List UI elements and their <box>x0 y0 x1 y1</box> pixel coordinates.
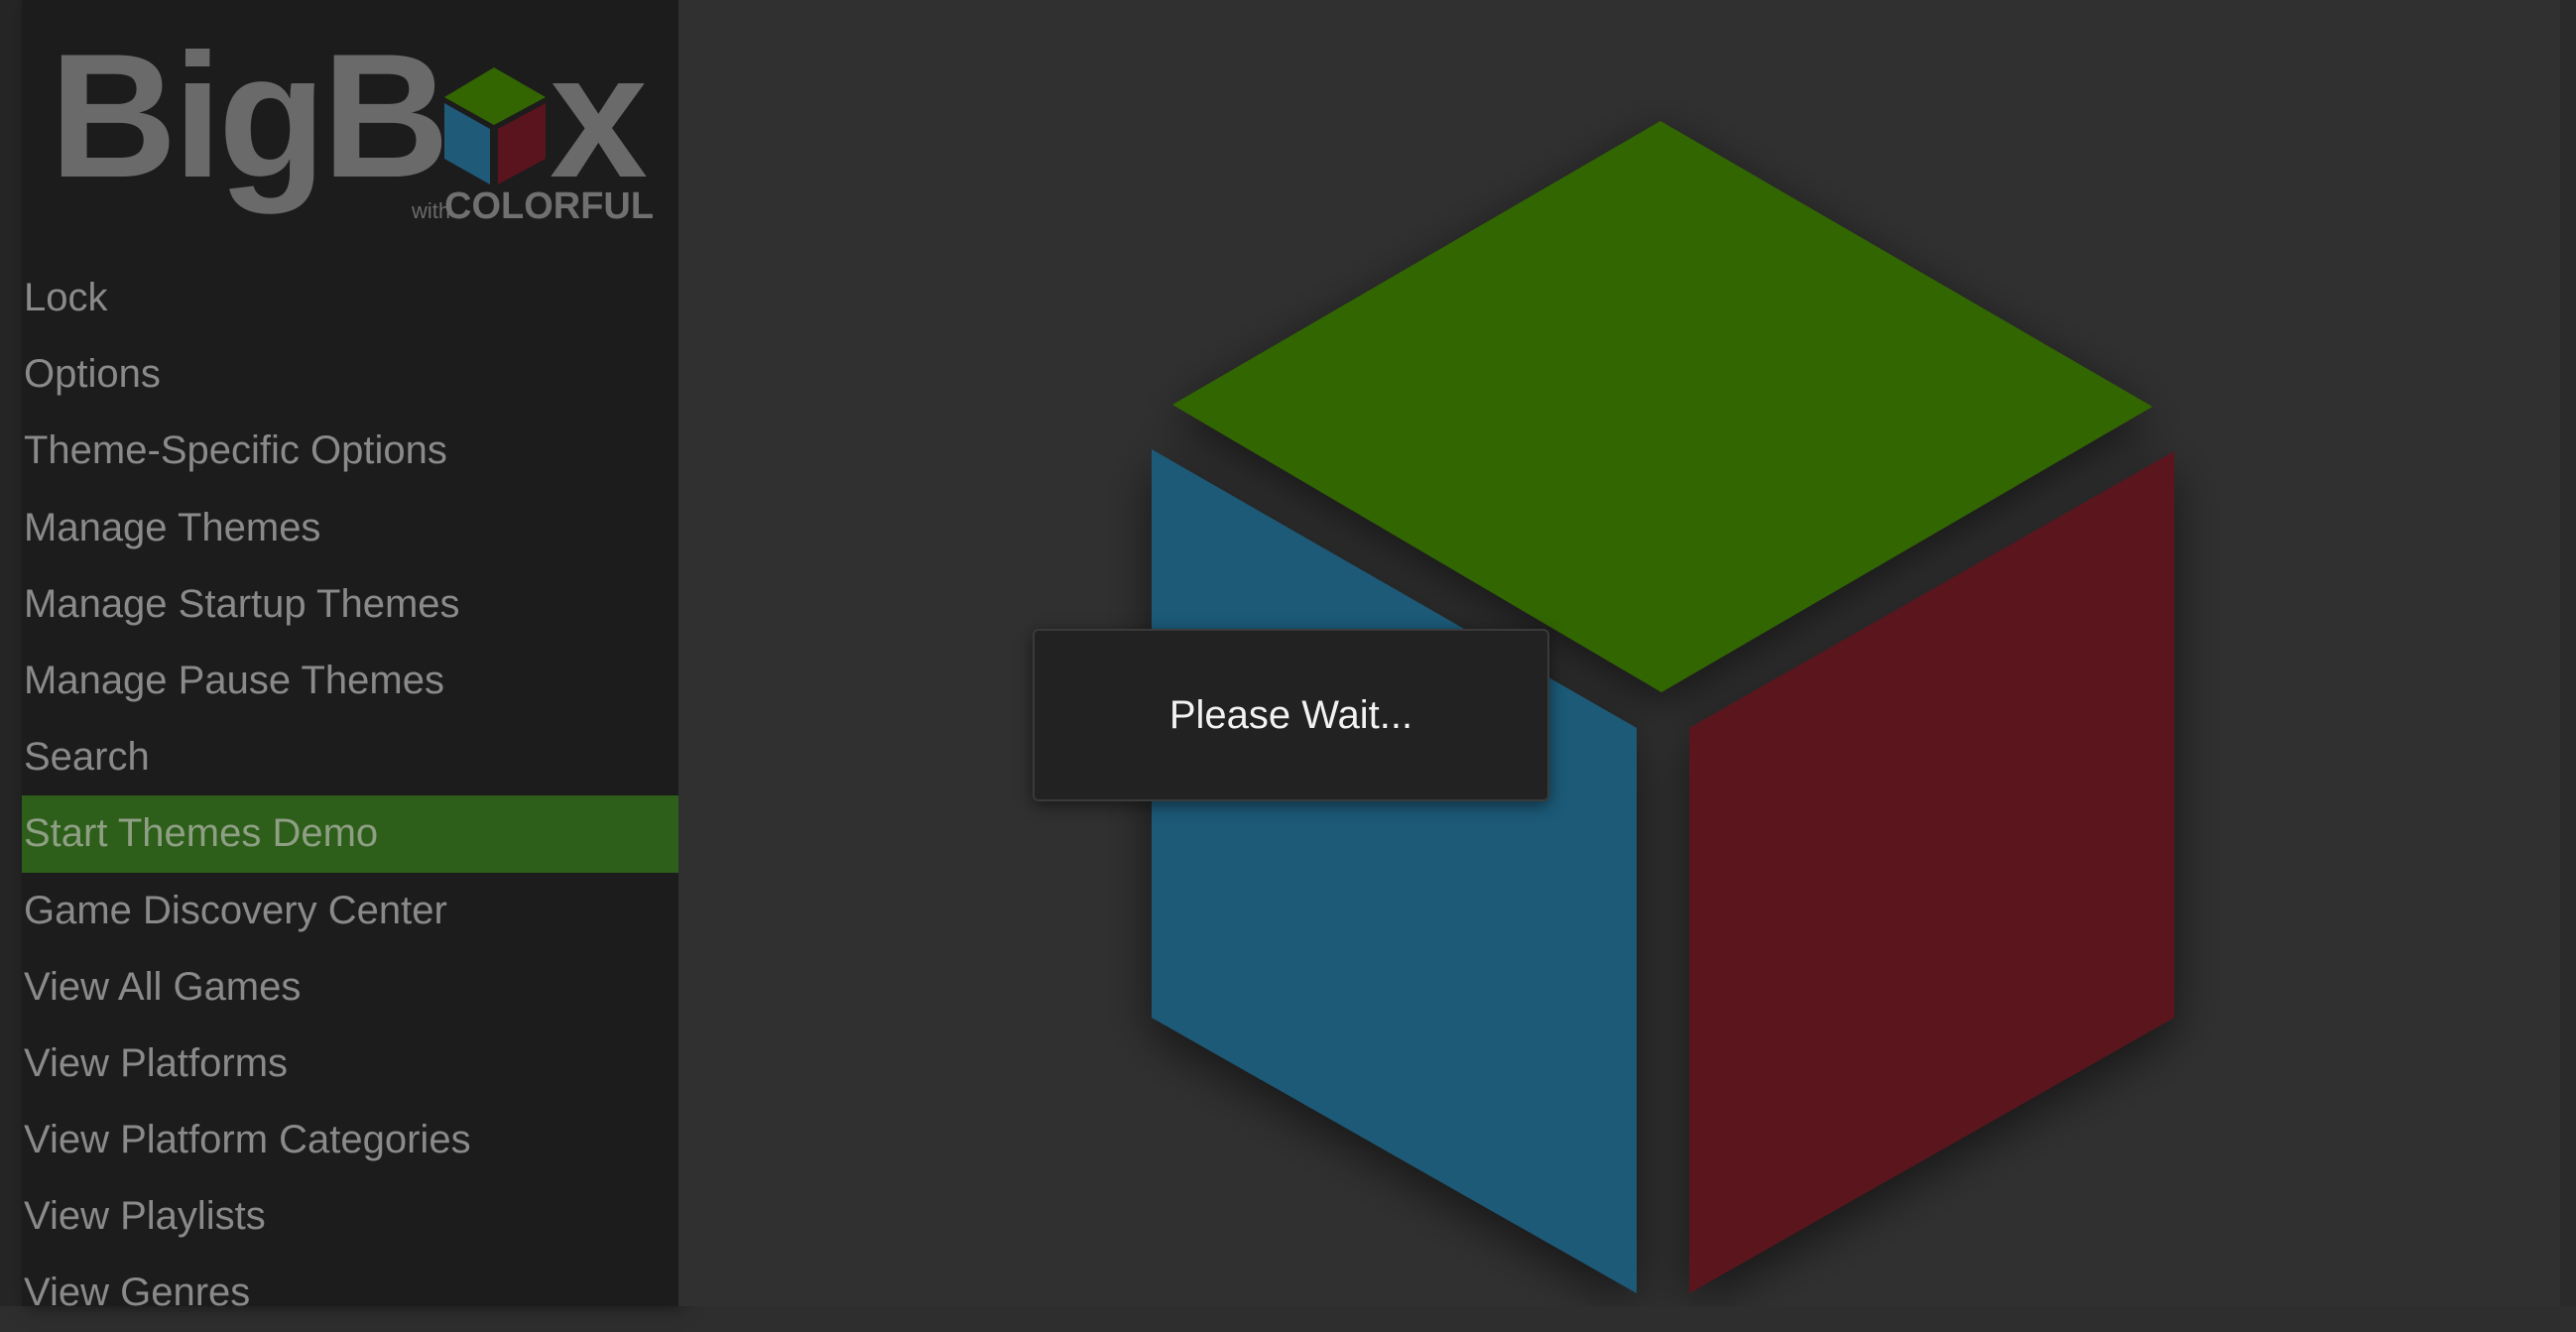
menu-item-lock[interactable]: Lock <box>22 260 678 336</box>
menu-item-start-themes-demo[interactable]: Start Themes Demo <box>22 795 678 873</box>
menu-item-view-all-games[interactable]: View All Games <box>22 949 678 1026</box>
please-wait-message: Please Wait... <box>1168 692 1413 737</box>
main-menu: Lock Options Theme-Specific Options Mana… <box>22 260 678 1332</box>
bigbox-logo: BigB x with COLORFUL <box>30 17 665 236</box>
logo-theme-text: COLORFUL <box>444 185 654 227</box>
menu-item-game-discovery-center[interactable]: Game Discovery Center <box>22 873 678 949</box>
main-view <box>678 0 2576 1306</box>
bigbox-screen: BigB x with COLORFUL Lock Options Theme-… <box>0 0 2576 1314</box>
bigbox-logo-graphic: BigB x with COLORFUL <box>50 17 654 227</box>
menu-item-manage-themes[interactable]: Manage Themes <box>22 490 678 566</box>
please-wait-dialog: Please Wait... <box>1033 629 1549 801</box>
left-edge <box>0 0 22 1306</box>
menu-item-view-platforms[interactable]: View Platforms <box>22 1026 678 1102</box>
logo-brand-text: BigB <box>50 18 445 214</box>
right-edge <box>2560 0 2576 1306</box>
menu-item-options[interactable]: Options <box>22 336 678 413</box>
menu-item-view-playlists[interactable]: View Playlists <box>22 1178 678 1255</box>
menu-item-view-platform-categories[interactable]: View Platform Categories <box>22 1102 678 1178</box>
menu-item-manage-startup-themes[interactable]: Manage Startup Themes <box>22 566 678 643</box>
menu-item-manage-pause-themes[interactable]: Manage Pause Themes <box>22 643 678 719</box>
logo-cube-icon <box>444 67 546 184</box>
menu-item-theme-specific-options[interactable]: Theme-Specific Options <box>22 413 678 489</box>
menu-item-search[interactable]: Search <box>22 719 678 795</box>
bigbox-cube-graphic <box>1152 121 2174 1293</box>
menu-item-view-genres[interactable]: View Genres <box>22 1255 678 1331</box>
